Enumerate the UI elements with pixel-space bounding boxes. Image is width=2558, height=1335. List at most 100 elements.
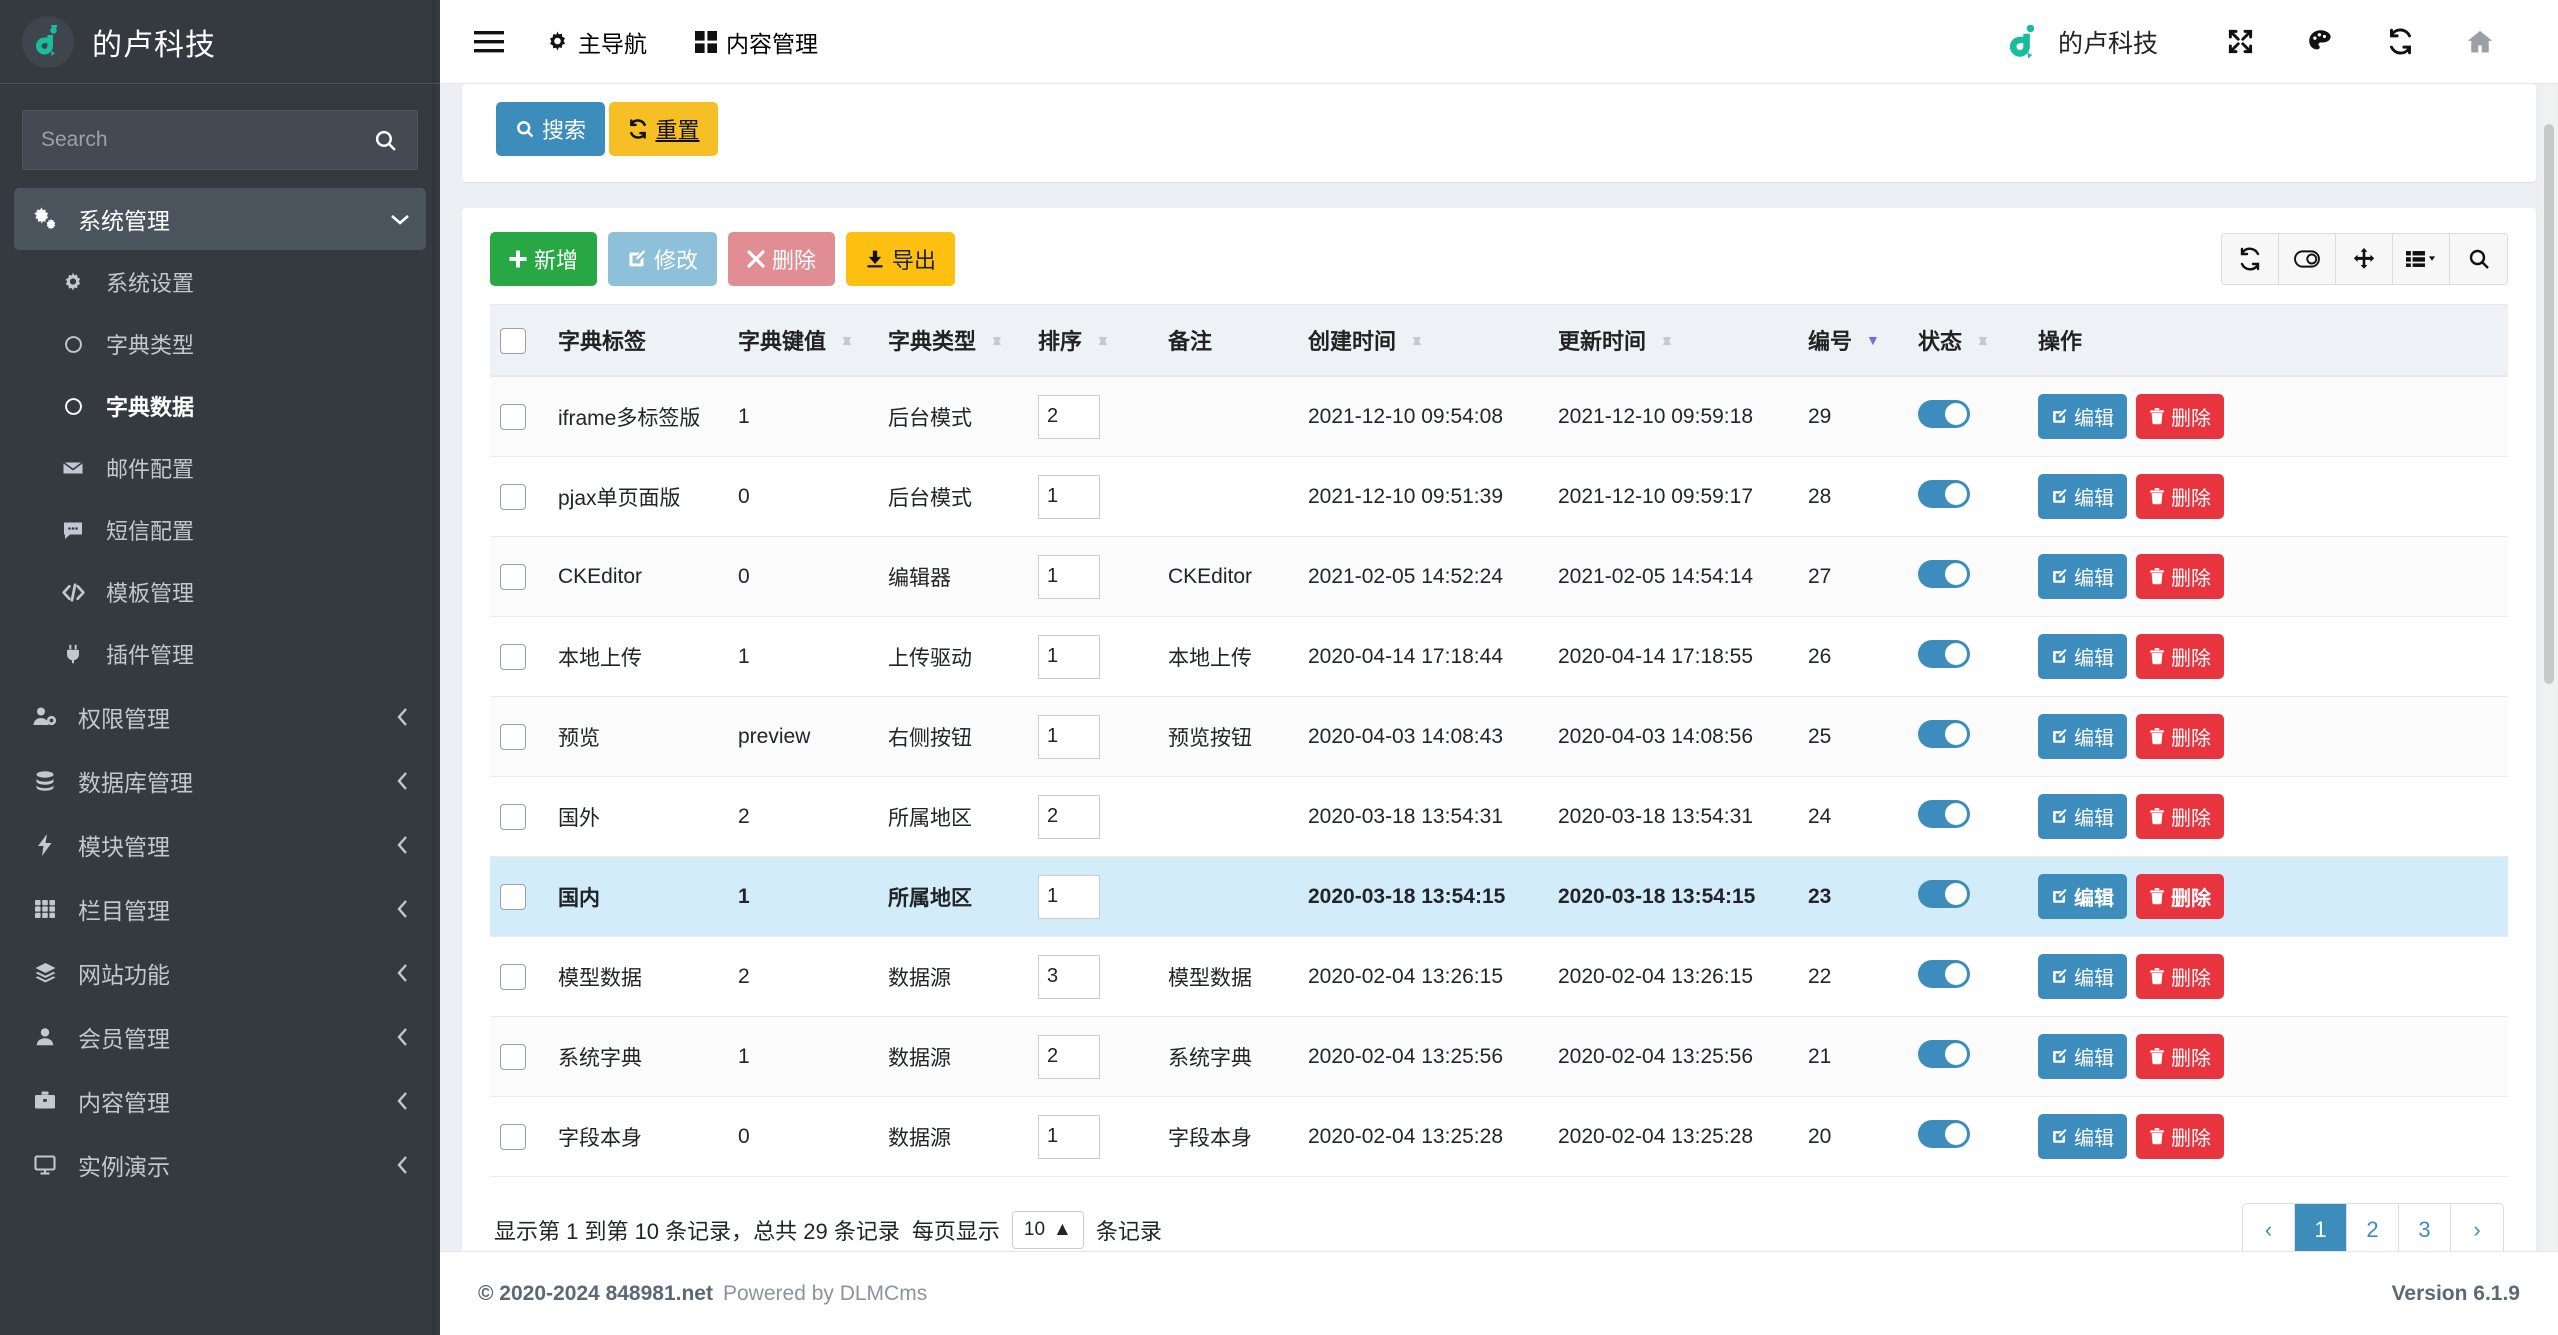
row-delete-button[interactable]: 删除 xyxy=(2136,714,2224,759)
delete-button[interactable]: 删除 xyxy=(728,232,836,286)
row-edit-button[interactable]: 编辑 xyxy=(2038,394,2127,439)
palette-icon[interactable] xyxy=(2280,28,2360,55)
order-input[interactable] xyxy=(1038,634,1100,679)
order-input[interactable] xyxy=(1038,874,1100,919)
table-row[interactable]: pjax单页面版0后台模式 2021-12-10 09:51:392021-12-… xyxy=(490,456,2508,537)
order-input[interactable] xyxy=(1038,1034,1100,1079)
sidebar-item-dict-type[interactable]: 字典类型 xyxy=(14,314,426,374)
edit-button[interactable]: 修改 xyxy=(608,232,718,286)
order-input[interactable] xyxy=(1038,394,1100,439)
col-updated[interactable]: 更新时间 ▲ ▼ xyxy=(1548,304,1798,377)
home-icon[interactable] xyxy=(2440,28,2520,56)
row-delete-button[interactable]: 删除 xyxy=(2136,1114,2224,1159)
fullscreen-icon[interactable] xyxy=(2200,28,2280,55)
table-row[interactable]: 系统字典1数据源系统字典2020-02-04 13:25:562020-02-0… xyxy=(490,1016,2508,1097)
status-toggle[interactable] xyxy=(1918,1119,1970,1148)
row-delete-button[interactable]: 删除 xyxy=(2136,874,2224,919)
row-delete-button[interactable]: 删除 xyxy=(2136,394,2224,439)
select-all-checkbox[interactable] xyxy=(500,327,526,354)
order-input[interactable] xyxy=(1038,794,1100,839)
sidebar-item-module[interactable]: 模块管理 xyxy=(14,814,426,876)
row-edit-button[interactable]: 编辑 xyxy=(2038,874,2127,919)
page-2[interactable]: 2 xyxy=(2347,1204,2399,1251)
order-input[interactable] xyxy=(1038,474,1100,519)
row-edit-button[interactable]: 编辑 xyxy=(2038,954,2127,999)
table-row[interactable]: 本地上传1上传驱动本地上传2020-04-14 17:18:442020-04-… xyxy=(490,616,2508,697)
col-id[interactable]: 编号 ▼ xyxy=(1798,304,1908,377)
col-remark[interactable]: 备注 xyxy=(1158,304,1298,377)
sidebar-brand[interactable]: 的卢科技 xyxy=(0,0,440,84)
sidebar-item-plugin-manage[interactable]: 插件管理 xyxy=(14,624,426,684)
reset-button[interactable]: 重置 xyxy=(609,102,719,156)
row-edit-button[interactable]: 编辑 xyxy=(2038,554,2127,599)
status-toggle[interactable] xyxy=(1918,799,1970,828)
order-input[interactable] xyxy=(1038,1114,1100,1159)
row-delete-button[interactable]: 删除 xyxy=(2136,554,2224,599)
row-checkbox[interactable] xyxy=(500,483,526,510)
export-button[interactable]: 导出 xyxy=(846,232,956,286)
sidebar-item-system-settings[interactable]: 系统设置 xyxy=(14,252,426,312)
table-row[interactable]: 预览preview右侧按钮 预览按钮2020-04-03 14:08:432020… xyxy=(490,696,2508,777)
sidebar-item-content[interactable]: 内容管理 xyxy=(14,1070,426,1132)
order-input[interactable] xyxy=(1038,554,1100,599)
row-checkbox[interactable] xyxy=(500,803,526,830)
topbar-brand[interactable]: 的卢科技 xyxy=(2004,22,2158,62)
row-edit-button[interactable]: 编辑 xyxy=(2038,1034,2127,1079)
row-checkbox[interactable] xyxy=(500,883,526,910)
status-toggle[interactable] xyxy=(1918,639,1970,668)
search-icon[interactable] xyxy=(353,110,418,170)
row-delete-button[interactable]: 删除 xyxy=(2136,954,2224,999)
sidebar-item-site-function[interactable]: 网站功能 xyxy=(14,942,426,1004)
row-edit-button[interactable]: 编辑 xyxy=(2038,634,2127,679)
sidebar-item-column[interactable]: 栏目管理 xyxy=(14,878,426,940)
search-button[interactable]: 搜索 xyxy=(496,102,606,156)
page-prev[interactable]: ‹ xyxy=(2243,1204,2295,1251)
row-delete-button[interactable]: 删除 xyxy=(2136,474,2224,519)
fullscreen-arrows-icon[interactable] xyxy=(2336,234,2393,284)
topnav-main[interactable]: 主导航 xyxy=(546,25,647,59)
sidebar-item-permission[interactable]: 权限管理 xyxy=(14,686,426,748)
search-icon[interactable] xyxy=(2450,234,2507,284)
row-delete-button[interactable]: 删除 xyxy=(2136,794,2224,839)
status-toggle[interactable] xyxy=(1918,959,1970,988)
col-type[interactable]: 字典类型 ▲ ▼ xyxy=(878,304,1028,377)
sidebar-search[interactable] xyxy=(22,110,418,170)
refresh-icon[interactable] xyxy=(2360,28,2440,55)
content-scrollbar[interactable] xyxy=(2542,84,2556,1251)
status-toggle[interactable] xyxy=(1918,879,1970,908)
status-toggle[interactable] xyxy=(1918,479,1970,508)
col-order[interactable]: 排序 ▲ ▼ xyxy=(1028,304,1158,377)
sidebar-item-template-manage[interactable]: 模板管理 xyxy=(14,562,426,622)
per-page-select[interactable]: 10 ▲ xyxy=(1011,1211,1084,1249)
row-delete-button[interactable]: 删除 xyxy=(2136,1034,2224,1079)
page-next[interactable]: › xyxy=(2451,1204,2503,1251)
row-edit-button[interactable]: 编辑 xyxy=(2038,474,2127,519)
status-toggle[interactable] xyxy=(1918,559,1970,588)
sidebar-item-dict-data[interactable]: 字典数据 xyxy=(14,376,426,436)
search-input[interactable] xyxy=(22,110,353,170)
status-toggle[interactable] xyxy=(1918,399,1970,428)
sidebar-item-sms-config[interactable]: 短信配置 xyxy=(14,500,426,560)
sidebar-item-mail-config[interactable]: 邮件配置 xyxy=(14,438,426,498)
table-row[interactable]: iframe多标签版1后台模式 2021-12-10 09:54:082021-1… xyxy=(490,376,2508,457)
sidebar-item-database[interactable]: 数据库管理 xyxy=(14,750,426,812)
sidebar-item-member[interactable]: 会员管理 xyxy=(14,1006,426,1068)
sidebar-item-demo[interactable]: 实例演示 xyxy=(14,1134,426,1196)
order-input[interactable] xyxy=(1038,714,1100,759)
refresh-icon[interactable] xyxy=(2222,234,2279,284)
table-row[interactable]: 模型数据2数据源模型数据2020-02-04 13:26:152020-02-0… xyxy=(490,936,2508,1017)
row-checkbox[interactable] xyxy=(500,963,526,990)
scrollbar-thumb[interactable] xyxy=(2544,124,2554,684)
table-row[interactable]: 国外2所属地区 2020-03-18 13:54:312020-03-18 13:… xyxy=(490,776,2508,857)
table-row[interactable]: CKEditor0编辑器CKEditor2021-02-05 14:52:242… xyxy=(490,536,2508,617)
status-toggle[interactable] xyxy=(1918,1039,1970,1068)
col-status[interactable]: 状态 ▲ ▼ xyxy=(1908,304,2028,377)
col-key[interactable]: 字典键值 ▲ ▼ xyxy=(728,304,878,377)
page-1[interactable]: 1 xyxy=(2295,1204,2347,1251)
sidebar-group-system[interactable]: 系统管理 xyxy=(14,188,426,250)
row-edit-button[interactable]: 编辑 xyxy=(2038,794,2127,839)
col-label[interactable]: 字典标签 xyxy=(548,304,728,377)
menu-icon[interactable] xyxy=(474,30,504,53)
order-input[interactable] xyxy=(1038,954,1100,999)
columns-icon[interactable] xyxy=(2393,234,2450,284)
